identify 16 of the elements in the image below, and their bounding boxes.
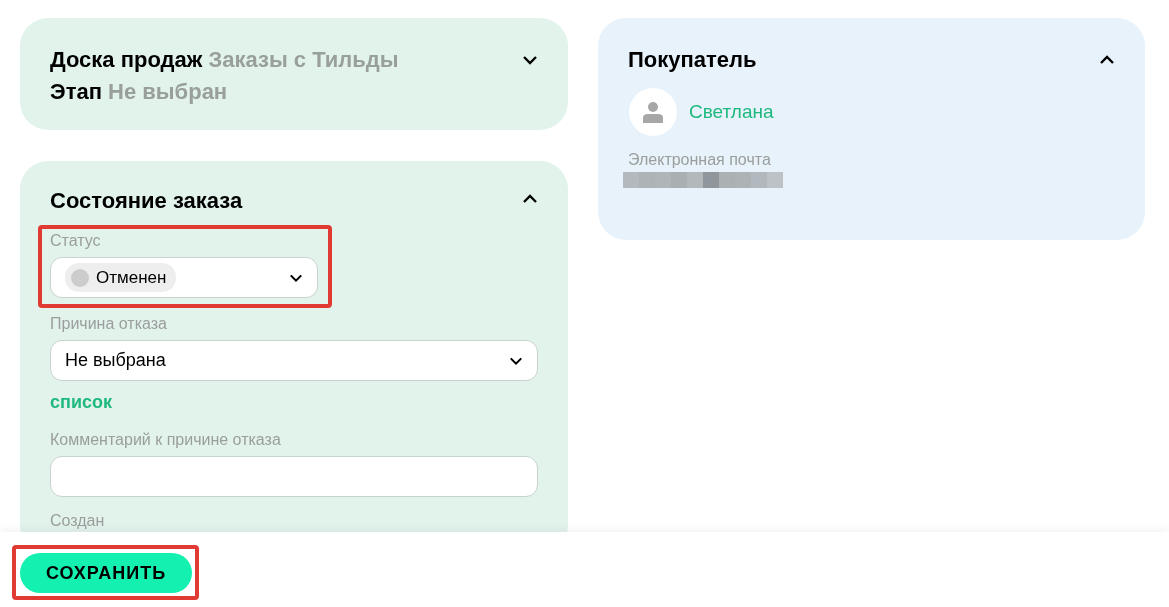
- field-label: Создан: [50, 511, 106, 531]
- select-value: Не выбрана: [65, 349, 166, 372]
- board-stage-line: Доска продаж Заказы с Тильды: [50, 46, 399, 74]
- save-button[interactable]: СОХРАНИТЬ: [20, 553, 192, 593]
- field-label: Электронная почта: [628, 150, 772, 170]
- field-label: Статус: [50, 231, 102, 251]
- reason-select[interactable]: Не выбрана: [50, 340, 538, 381]
- status-text: Отменен: [96, 266, 167, 289]
- field-label: Комментарий к причине отказа: [50, 430, 282, 450]
- board-stage-line: Этап Не выбран: [50, 78, 228, 106]
- status-select[interactable]: Отменен: [50, 257, 318, 298]
- card-title: Состояние заказа: [50, 187, 243, 215]
- comment-input[interactable]: [50, 456, 538, 497]
- card-title: Покупатель: [628, 46, 757, 74]
- field-label: Причина отказа: [50, 314, 168, 334]
- person-icon: [642, 101, 664, 123]
